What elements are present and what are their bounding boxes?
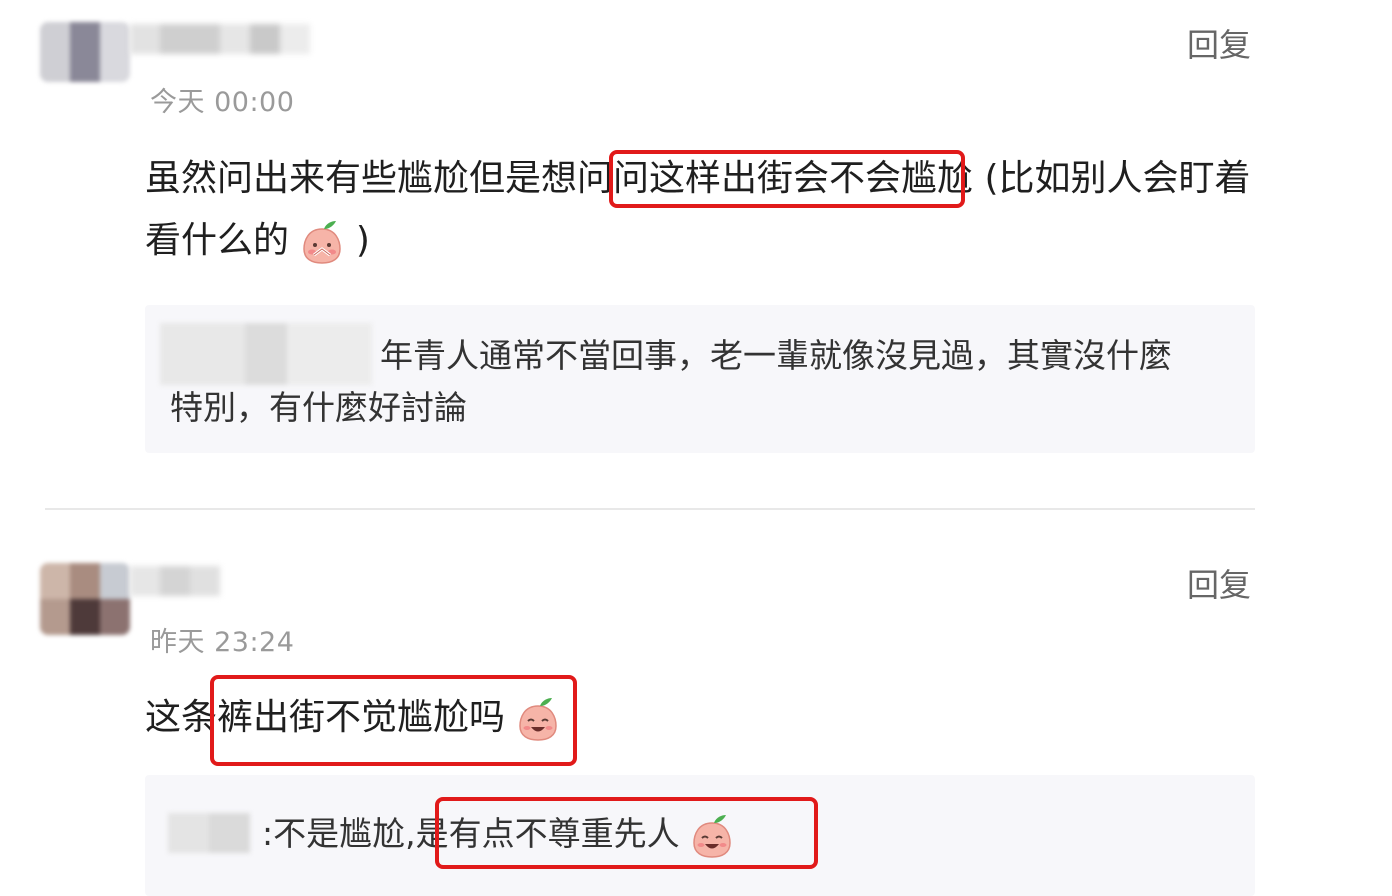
reply-button[interactable]: 回复	[1187, 560, 1251, 606]
username-blurred[interactable]	[130, 566, 220, 596]
comment-text-part: 虽然问出来有些尴尬但是想问问	[145, 158, 650, 199]
comment-text-part: (比如别人会盯着	[984, 158, 1251, 199]
highlight-box	[609, 150, 965, 208]
avatar[interactable]	[40, 563, 130, 635]
username-blurred[interactable]	[130, 24, 310, 54]
highlight-box	[435, 797, 818, 869]
quoted-reply-line: 年青人通常不當回事，老一輩就像沒見過，其實沒什麼	[380, 336, 1172, 375]
quoted-reply-text: 年青人通常不當回事，老一輩就像沒見過，其實沒什麼 特別，有什麼好討論	[170, 330, 1245, 434]
comment-time: 今天 00:00	[150, 87, 295, 118]
highlight-box	[210, 675, 577, 766]
comment-text-part: 看什么的	[145, 220, 290, 261]
divider	[45, 508, 1255, 510]
peach-face-shy-icon	[300, 219, 344, 265]
quoted-reply-prefix: :	[262, 814, 274, 853]
comment-thread: 今天 00:00 回复 虽然问出来有些尴尬但是想问问这样出街会不会尴尬 (比如别…	[0, 0, 1392, 896]
quoted-reply-part: 不是尴尬,	[273, 814, 416, 853]
quoted-username-blurred[interactable]	[168, 813, 250, 853]
comment-text-part: 这条	[145, 697, 218, 738]
comment-text-part: )	[355, 220, 370, 261]
quoted-reply-line: 特別，有什麼好討論	[170, 388, 467, 427]
comment-time: 昨天 23:24	[150, 627, 295, 658]
reply-button[interactable]: 回复	[1187, 20, 1251, 66]
avatar[interactable]	[40, 22, 130, 82]
